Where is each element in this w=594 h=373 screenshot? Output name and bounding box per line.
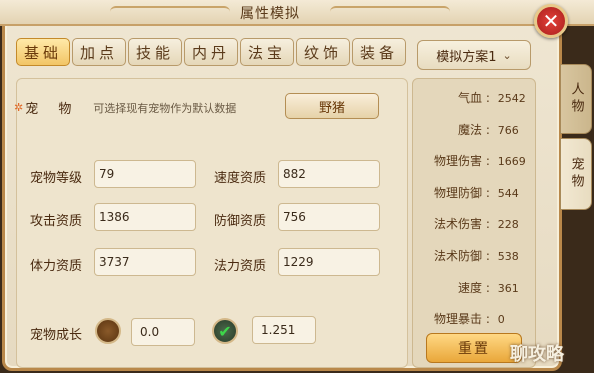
stat-name: 物理暴击 (433, 312, 482, 326)
close-button[interactable]: ✕ (534, 4, 568, 38)
attack-apt-label: 攻击资质 (30, 214, 83, 229)
pet-level-label: 宠物等级 (30, 171, 83, 186)
tab-bar: 基础 加点 技能 内丹 法宝 纹饰 装备 (16, 38, 406, 66)
pet-label: 宠 物 (25, 102, 80, 117)
stat-value: 544 (497, 187, 519, 200)
tab-points[interactable]: 加点 (72, 38, 126, 66)
speed-apt-label: 速度资质 (214, 171, 267, 186)
speed-apt-input[interactable]: 882 (278, 160, 380, 188)
stat-value: 766 (497, 124, 519, 137)
side-tab-pet[interactable]: 宠物 (560, 138, 592, 210)
stat-row: 法术伤害 : 228 (412, 215, 536, 232)
pet-hint: 可选择现有宠物作为默认数据 (93, 101, 237, 115)
stat-value: 228 (497, 218, 519, 231)
reset-button[interactable]: 重置 (426, 333, 522, 363)
hp-apt-label: 体力资质 (30, 259, 83, 274)
growth-label: 宠物成长 (30, 328, 83, 343)
close-icon: ✕ (542, 9, 560, 33)
pet-level-input[interactable]: 79 (94, 160, 196, 188)
title-bar: 属性模拟 (0, 0, 594, 26)
tab-ornament[interactable]: 纹饰 (296, 38, 350, 66)
attack-apt-input[interactable]: 1386 (94, 203, 196, 231)
stat-name: 法术伤害 (433, 217, 482, 231)
stat-row: 物理伤害 : 1669 (412, 152, 536, 169)
watermark-logo: 聊攻略 (510, 344, 564, 365)
tab-treasure[interactable]: 法宝 (240, 38, 294, 66)
stat-name: 法术防御 (433, 249, 482, 263)
growth-radio-set[interactable]: ✔ (212, 318, 238, 344)
chevron-down-icon: ⌄ (502, 48, 512, 62)
defense-apt-label: 防御资质 (214, 214, 267, 229)
stat-name: 物理防御 (433, 186, 482, 200)
mana-apt-label: 法力资质 (214, 259, 267, 274)
tab-skills[interactable]: 技能 (128, 38, 182, 66)
stat-row: 物理暴击 : 0 (412, 310, 536, 327)
mana-apt-input[interactable]: 1229 (278, 248, 380, 276)
growth-input-left[interactable]: 0.0 (131, 318, 195, 346)
stat-value: 538 (497, 250, 519, 263)
tab-equipment[interactable]: 装备 (352, 38, 406, 66)
stat-row: 法术防御 : 538 (412, 247, 536, 264)
stat-row: 物理防御 : 544 (412, 184, 536, 201)
tab-basic[interactable]: 基础 (16, 38, 70, 66)
pet-row: ✲ 宠 物 可选择现有宠物作为默认数据 (14, 98, 236, 117)
window-title: 属性模拟 (240, 6, 300, 22)
pet-select-button[interactable]: 野猪 (285, 93, 379, 119)
growth-radio-unset[interactable] (95, 318, 121, 344)
stat-name: 魔法 (457, 123, 482, 137)
scheme-select[interactable]: 模拟方案1 ⌄ (417, 40, 531, 70)
side-tab-character[interactable]: 人物 (560, 64, 592, 134)
check-icon: ✔ (218, 321, 232, 341)
stat-name: 速度 (457, 281, 482, 295)
defense-apt-input[interactable]: 756 (278, 203, 380, 231)
tab-inner-core[interactable]: 内丹 (184, 38, 238, 66)
stat-row: 气血 : 2542 (412, 89, 536, 106)
star-icon: ✲ (14, 101, 24, 114)
stat-value: 361 (497, 282, 519, 295)
hp-apt-input[interactable]: 3737 (94, 248, 196, 276)
stat-value: 1669 (497, 155, 526, 168)
stat-value: 2542 (497, 92, 526, 105)
scheme-select-value: 模拟方案1 (436, 49, 497, 65)
stat-row: 魔法 : 766 (412, 121, 536, 138)
growth-input-right[interactable]: 1.251 (252, 316, 316, 344)
stat-name: 物理伤害 (433, 154, 482, 168)
stat-row: 速度 : 361 (412, 279, 536, 296)
stat-value: 0 (497, 313, 505, 326)
stat-name: 气血 (457, 91, 482, 105)
